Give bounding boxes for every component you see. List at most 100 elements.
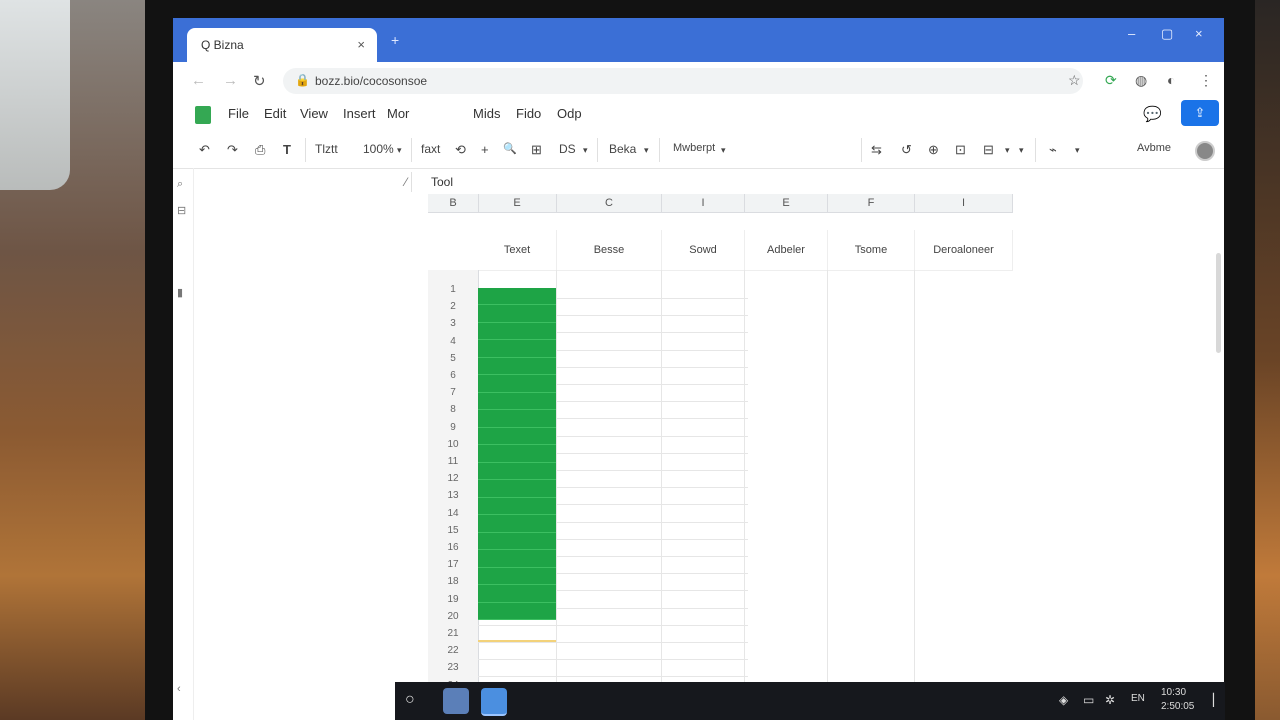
grid-icon[interactable]: ⊞ (531, 142, 542, 158)
sync-icon[interactable]: ⟳ (1105, 72, 1117, 89)
bookmark-star-icon[interactable]: ☆ (1068, 72, 1081, 89)
print-icon[interactable]: ⎙ (255, 142, 265, 158)
menu-item-format[interactable]: Mor (387, 106, 409, 121)
menu-item-insert[interactable]: Insert (343, 106, 376, 121)
table-header-cell[interactable]: Adbeler (745, 230, 828, 270)
menu-item-view[interactable]: View (300, 106, 328, 121)
sheets-logo-icon[interactable] (195, 106, 211, 124)
avatar[interactable] (1195, 141, 1215, 161)
share-button[interactable]: ⇪ (1181, 100, 1219, 126)
notifications-icon[interactable]: ▏ (1213, 693, 1222, 707)
row-number[interactable]: 20 (428, 611, 478, 622)
more-dropdown-icon[interactable]: ▾ (1019, 145, 1024, 156)
font-select[interactable]: Tlztt (315, 142, 338, 156)
back-icon[interactable]: ← (191, 72, 206, 89)
row-number[interactable]: 2 (428, 301, 478, 312)
column-header[interactable]: F (828, 194, 915, 212)
rotate-icon[interactable]: ⟲ (455, 142, 466, 158)
link-icon[interactable]: ⌁ (1049, 142, 1057, 158)
row-number[interactable]: 19 (428, 594, 478, 605)
profile-icon[interactable]: ◐ (1167, 72, 1175, 88)
menu-item-help[interactable]: Odp (557, 106, 582, 121)
menu-item-file[interactable]: File (228, 106, 249, 121)
reload-icon[interactable]: ↻ (253, 72, 266, 90)
ds-select[interactable]: DS (559, 142, 576, 156)
undo-icon[interactable]: ↶ (199, 142, 210, 158)
rail-filter-icon[interactable]: ⊟ (177, 204, 186, 217)
redo-icon[interactable]: ↷ (227, 142, 238, 158)
formula-content[interactable]: Tool (431, 175, 453, 189)
column-header[interactable]: B (428, 194, 479, 212)
style-select[interactable]: Beka (609, 142, 636, 156)
table-dropdown-icon[interactable]: ▾ (1005, 145, 1010, 156)
forward-icon[interactable]: → (223, 72, 238, 89)
file-explorer-icon[interactable] (443, 688, 469, 714)
rail-bookmark-icon[interactable]: ▮ (177, 286, 183, 299)
add-circle-icon[interactable]: ⊕ (928, 142, 939, 158)
row-number[interactable]: 18 (428, 576, 478, 587)
row-number[interactable]: 17 (428, 559, 478, 570)
name-box[interactable] (191, 172, 412, 192)
add-icon[interactable]: + (481, 142, 489, 157)
filled-cell-range[interactable] (478, 288, 556, 620)
row-number[interactable]: 22 (428, 645, 478, 656)
column-header[interactable]: I (915, 194, 1013, 212)
row-number[interactable]: 12 (428, 473, 478, 484)
row-number[interactable]: 10 (428, 439, 478, 450)
row-number[interactable]: 8 (428, 404, 478, 415)
style-dropdown-icon[interactable]: ▾ (644, 145, 649, 156)
menu-item-edit[interactable]: Edit (264, 106, 286, 121)
extension-icon[interactable]: ◍ (1135, 72, 1147, 89)
table-header-cell[interactable]: Texet (478, 230, 557, 270)
folder-icon[interactable]: ▭ (1083, 693, 1094, 707)
new-tab-icon[interactable]: + (391, 32, 399, 48)
browser-tab[interactable]: Q Bizna × (187, 28, 377, 62)
row-number[interactable]: 7 (428, 387, 478, 398)
refresh-icon[interactable]: ↺ (901, 142, 912, 158)
column-header[interactable]: E (478, 194, 557, 212)
row-number[interactable]: 14 (428, 508, 478, 519)
edit-pencil-icon[interactable]: ⁄ (405, 175, 407, 189)
url-input[interactable]: 🔒 bozz.bio/cocosonsoe (283, 68, 1083, 94)
link-dropdown-icon[interactable]: ▾ (1075, 145, 1080, 156)
rail-collapse-icon[interactable]: ‹ (177, 683, 181, 695)
table-icon[interactable]: ⊟ (983, 142, 994, 158)
column-header[interactable]: I (662, 194, 745, 212)
maximize-icon[interactable]: ▢ (1161, 26, 1173, 42)
swap-icon[interactable]: ⇆ (871, 142, 882, 158)
table-header-cell[interactable]: Besse (557, 230, 662, 270)
row-number[interactable]: 3 (428, 318, 478, 329)
format-select[interactable]: faxt (421, 142, 440, 156)
language-indicator[interactable]: EN (1131, 693, 1145, 704)
browser-app-icon[interactable] (481, 688, 507, 716)
search-icon[interactable]: 🔍 (503, 142, 517, 155)
zoom-dropdown-icon[interactable]: ▾ (397, 145, 402, 156)
account-name[interactable]: Avbme (1137, 142, 1171, 154)
menu-item-tools[interactable]: Fido (516, 106, 541, 121)
row-number[interactable]: 23 (428, 662, 478, 673)
ds-dropdown-icon[interactable]: ▾ (583, 145, 588, 156)
paint-format-icon[interactable]: T (283, 142, 291, 157)
selected-cell[interactable] (478, 622, 556, 642)
tab-close-icon[interactable]: × (357, 37, 365, 52)
column-header[interactable]: E (745, 194, 828, 212)
table-header-cell[interactable]: Sowd (662, 230, 745, 270)
row-number[interactable]: 16 (428, 542, 478, 553)
minimize-icon[interactable]: – (1128, 26, 1135, 41)
table-header-cell[interactable]: Tsome (828, 230, 915, 270)
settings-icon[interactable]: ✲ (1105, 693, 1115, 707)
row-number[interactable]: 9 (428, 422, 478, 433)
browser-menu-icon[interactable]: ⋮ (1199, 72, 1213, 89)
table-header-cell[interactable]: Deroaloneer (915, 230, 1013, 270)
row-number[interactable]: 13 (428, 490, 478, 501)
spreadsheet-grid[interactable]: B E C I E F I Texet Besse Sowd Adbeler T… (428, 194, 1013, 695)
start-icon[interactable]: ○ (405, 691, 415, 709)
vertical-scrollbar[interactable] (1216, 253, 1221, 353)
row-number[interactable]: 11 (428, 456, 478, 467)
row-number[interactable]: 6 (428, 370, 478, 381)
comment-icon[interactable]: 💬 (1143, 105, 1162, 123)
row-number[interactable]: 4 (428, 336, 478, 347)
frame-icon[interactable]: ⊡ (955, 142, 966, 158)
row-number[interactable]: 5 (428, 353, 478, 364)
number-format-dropdown-icon[interactable]: ▾ (721, 145, 726, 156)
